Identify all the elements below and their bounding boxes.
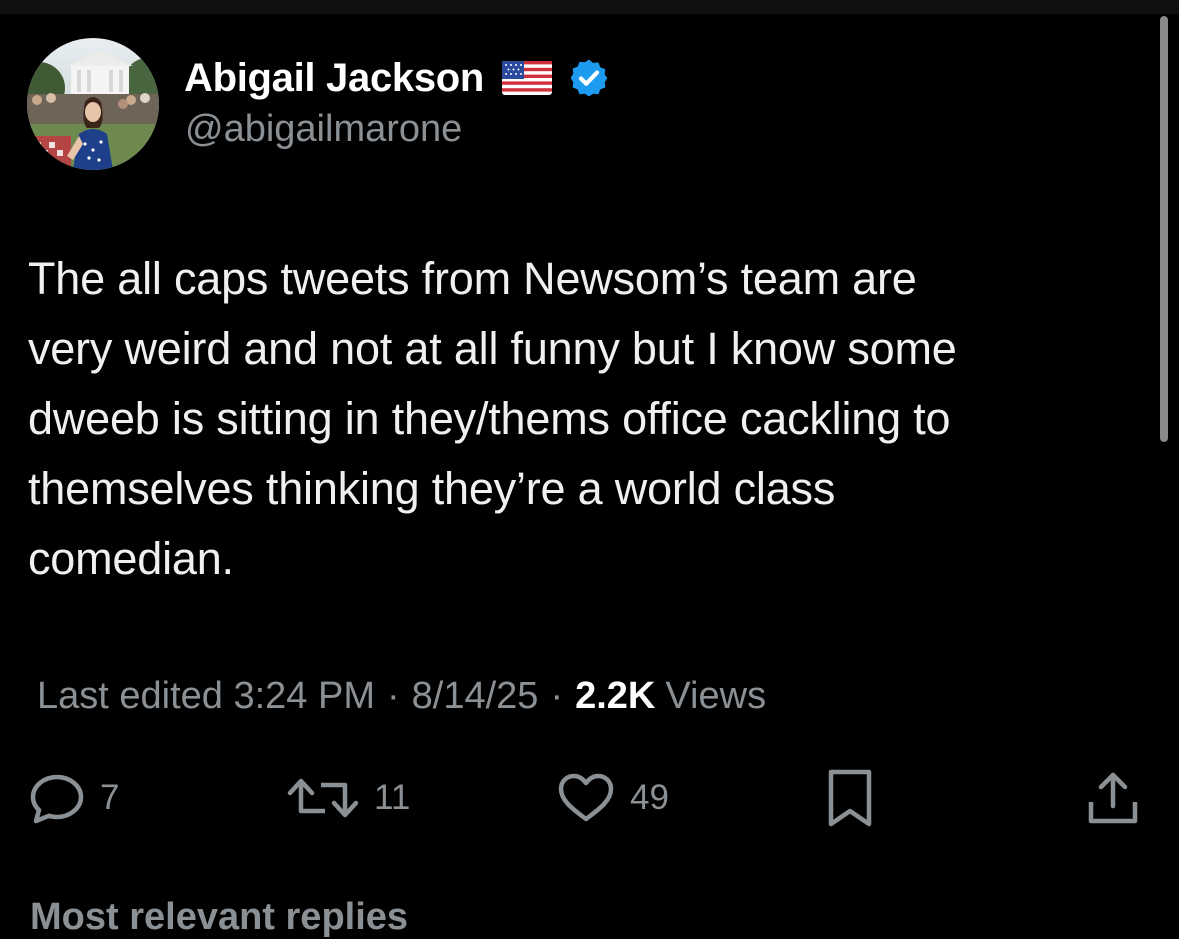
repost-icon: [287, 778, 359, 818]
avatar-photo: [27, 38, 159, 170]
meta-separator: ·: [550, 674, 564, 717]
replies-sort-heading[interactable]: Most relevant replies: [30, 896, 408, 939]
us-flag-icon: [502, 61, 553, 95]
heart-icon: [558, 773, 614, 822]
bookmark-icon: [828, 769, 872, 827]
author-handle[interactable]: @abigailmarone: [185, 108, 462, 151]
repost-count: 11: [374, 778, 411, 817]
scrollbar[interactable]: [1160, 16, 1168, 442]
edited-time[interactable]: Last edited 3:24 PM: [37, 675, 375, 718]
tweet-date[interactable]: 8/14/25: [412, 675, 539, 718]
share-icon: [1088, 772, 1138, 824]
tweet-meta: Last edited 3:24 PM · 8/14/25 · 2.2K Vie…: [37, 668, 766, 724]
reply-icon: [30, 774, 84, 824]
views-count: 2.2K: [575, 674, 656, 717]
meta-separator: ·: [387, 674, 400, 717]
views-label: Views: [665, 674, 767, 717]
like-button[interactable]: 49: [556, 768, 669, 828]
tweet-text: The all caps tweets from Newsom’s team a…: [28, 253, 957, 584]
status-bar-strip: [0, 0, 1179, 14]
display-name[interactable]: Abigail Jackson: [184, 56, 484, 101]
reply-count: 7: [100, 778, 120, 817]
author-name-row: Abigail Jackson: [184, 50, 610, 106]
verified-badge-icon[interactable]: [568, 57, 610, 99]
share-button[interactable]: [1086, 768, 1140, 828]
reply-button[interactable]: 7: [28, 768, 119, 828]
avatar[interactable]: [27, 38, 159, 170]
repost-button[interactable]: 11: [286, 768, 410, 828]
bookmark-button[interactable]: [826, 768, 874, 828]
like-count: 49: [630, 778, 669, 817]
